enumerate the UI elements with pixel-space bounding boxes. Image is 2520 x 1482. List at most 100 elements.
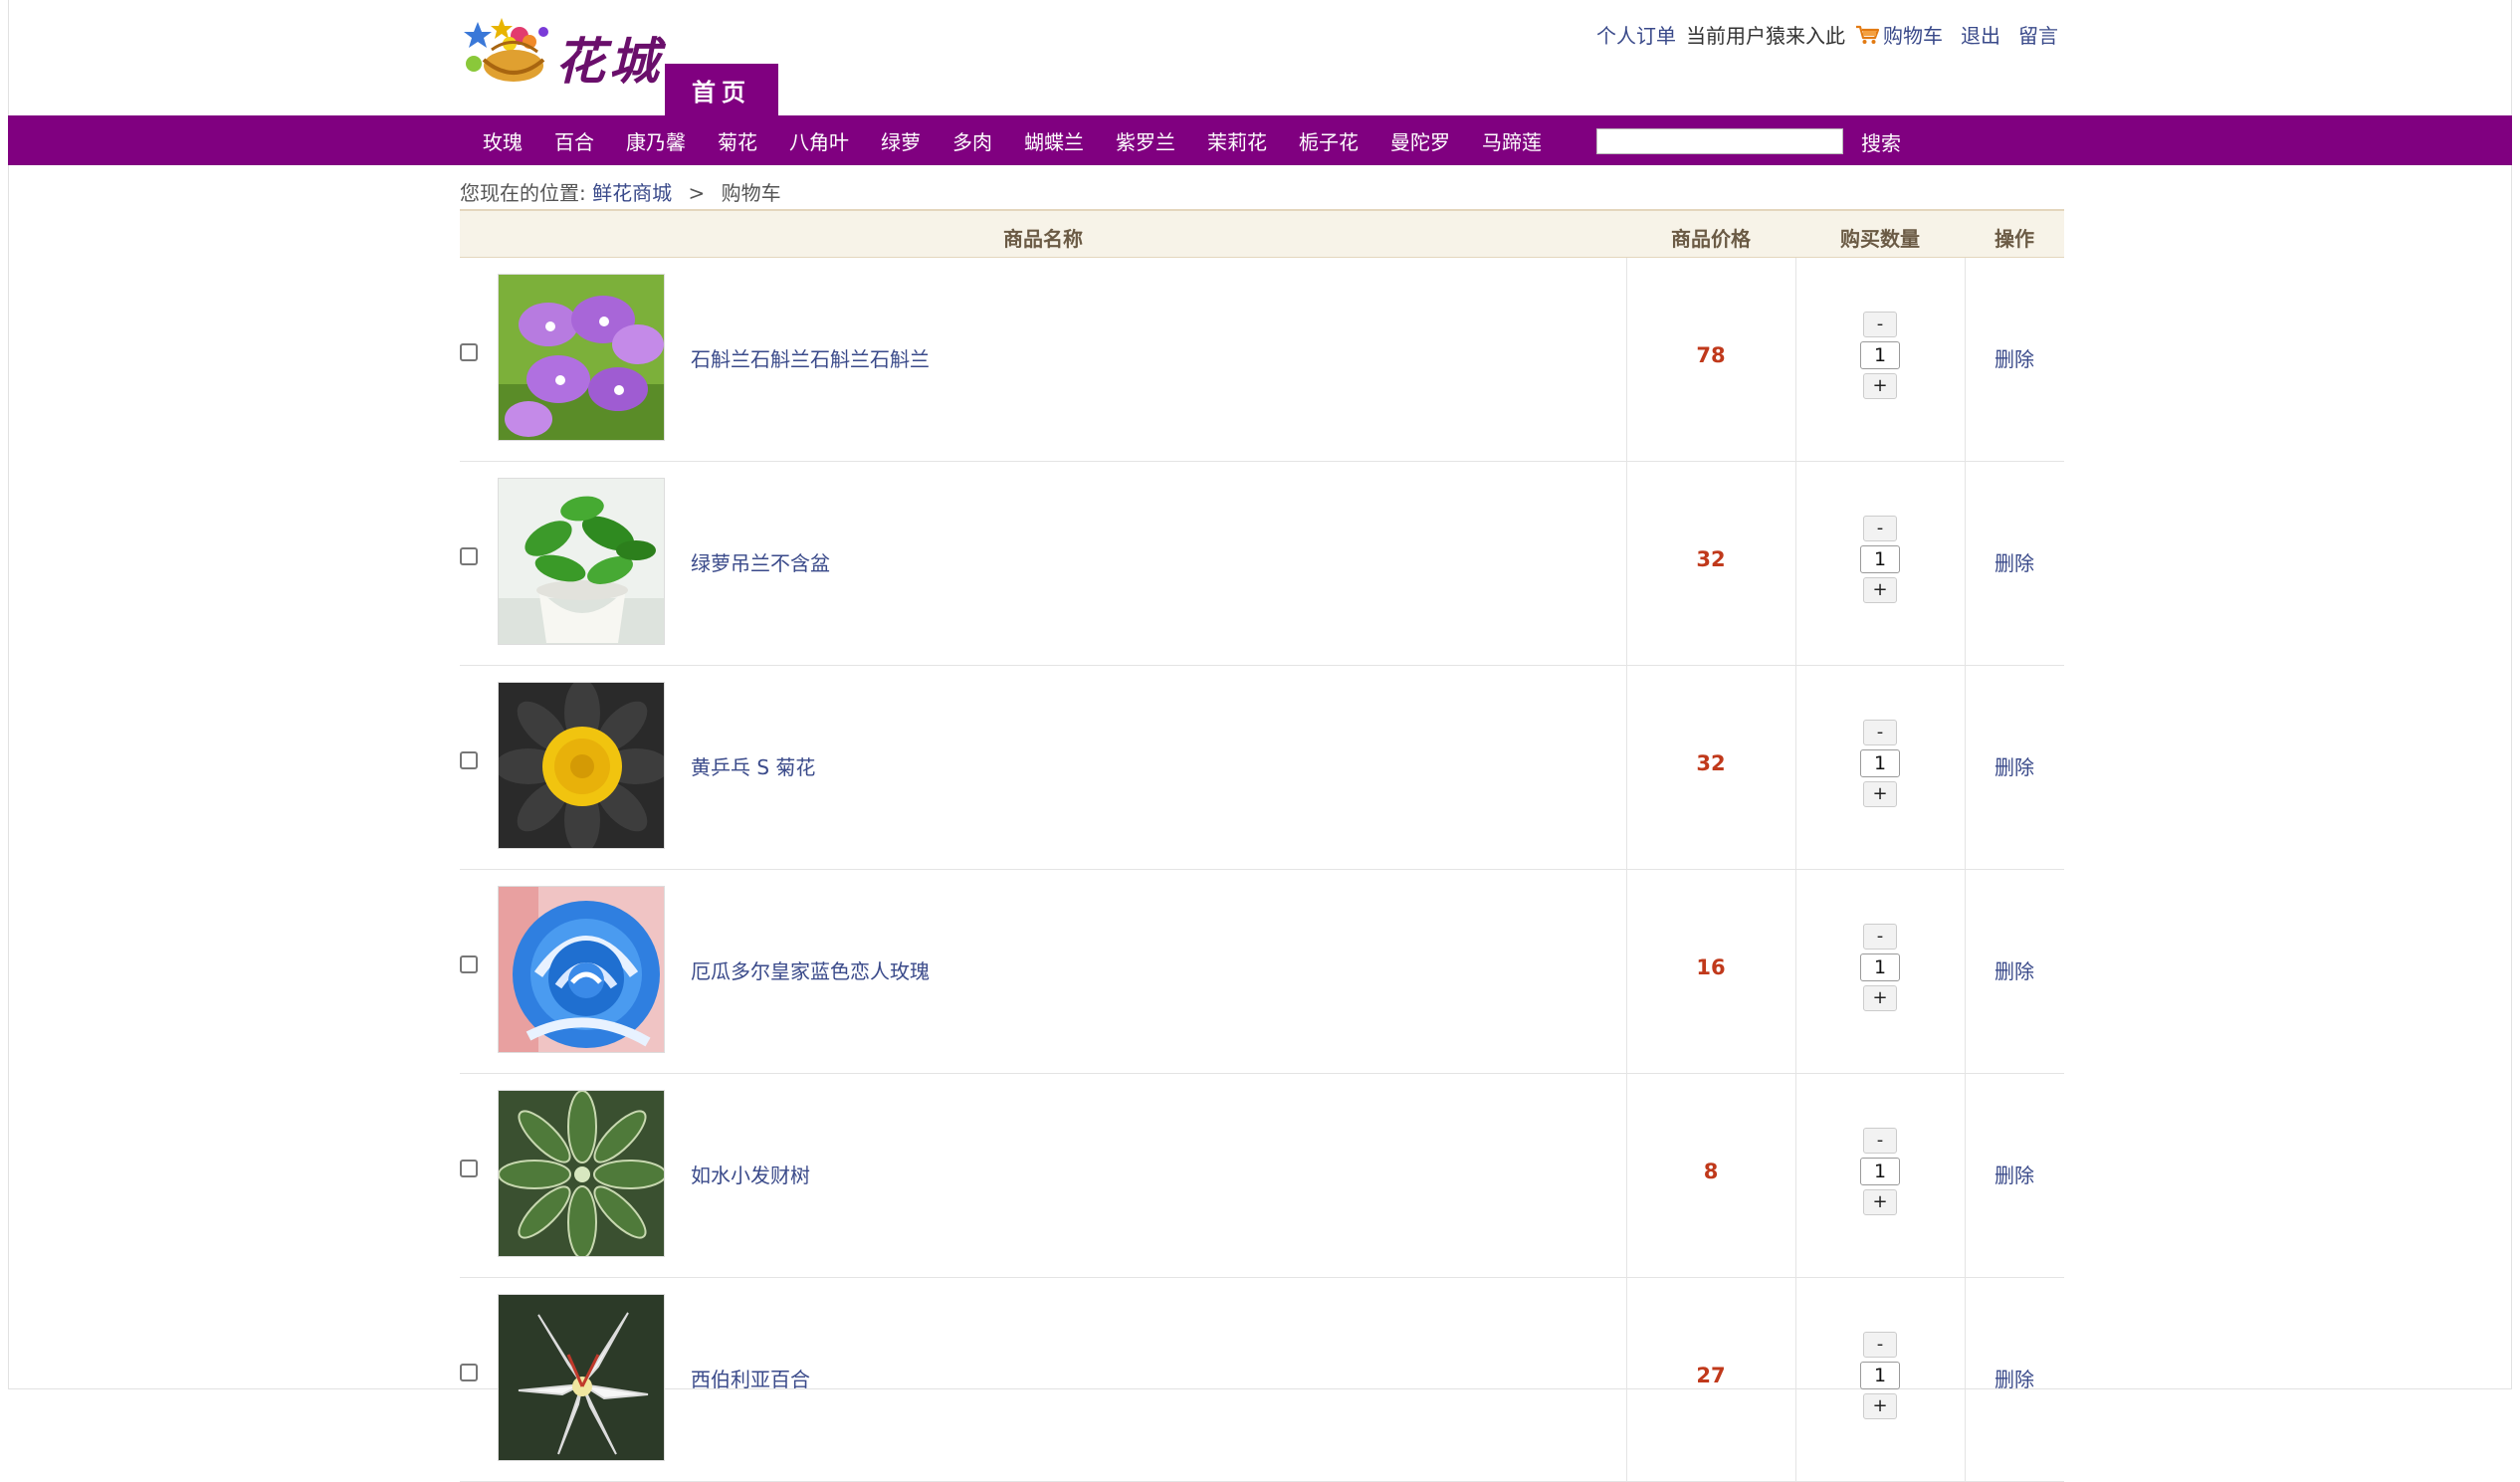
delete-item-link[interactable]: 删除 xyxy=(1965,547,2064,576)
product-image[interactable] xyxy=(498,1090,665,1257)
select-item-checkbox[interactable] xyxy=(460,955,478,973)
product-image[interactable] xyxy=(498,1294,665,1461)
product-price: 27 xyxy=(1696,1364,1726,1387)
column-header-name: 商品名称 xyxy=(1003,227,1083,251)
top-links: 个人订单 当前用户猿来入此 购物车 退出 留言 xyxy=(1578,20,2058,49)
product-name-link[interactable]: 厄瓜多尔皇家蓝色恋人玫瑰 xyxy=(691,955,930,984)
cart-rows: 石斛兰石斛兰石斛兰石斛兰 78-1 + 删除 绿萝吊兰不含盆 32-1 + 删除 黄乒乓 S 菊… xyxy=(460,258,2064,1482)
product-name-link[interactable]: 如水小发财树 xyxy=(691,1160,810,1188)
category-nav: 玫瑰 百合 康乃馨 菊花 八角叶 绿萝 多肉 蝴蝶兰 紫罗兰 茉莉花 栀子花 曼陀罗 马蹄莲 xyxy=(483,115,1574,165)
product-name-link[interactable]: 绿萝吊兰不含盆 xyxy=(691,547,830,576)
column-header-operation: 操作 xyxy=(1995,227,2034,251)
decrease-qty-button[interactable]: - xyxy=(1863,1332,1897,1358)
delete-item-link[interactable]: 删除 xyxy=(1965,343,2064,372)
breadcrumb-home-link[interactable]: 鲜花商城 xyxy=(592,181,672,205)
quantity-input[interactable]: 1 xyxy=(1860,1362,1900,1389)
nav-item[interactable]: 马蹄莲 xyxy=(1482,126,1542,155)
column-header-price: 商品价格 xyxy=(1671,227,1751,251)
nav-item[interactable]: 百合 xyxy=(554,126,594,155)
product-price: 8 xyxy=(1703,1160,1719,1183)
quantity-input[interactable]: 1 xyxy=(1860,341,1900,369)
cart-row: 黄乒乓 S 菊花 32 - 1 + 删除 xyxy=(460,666,2064,870)
cart-row: 石斛兰石斛兰石斛兰石斛兰 78 - 1 + 删除 xyxy=(460,258,2064,462)
site-header: 花城 首页 个人订单 当前用户猿来入此 购物车 退出 留言 xyxy=(0,0,2520,115)
select-item-checkbox[interactable] xyxy=(460,1160,478,1177)
decrease-qty-button[interactable]: - xyxy=(1863,516,1897,541)
cart-row: 如水小发财树 8 - 1 + 删除 xyxy=(460,1074,2064,1278)
product-name-link[interactable]: 黄乒乓 S 菊花 xyxy=(691,751,815,780)
nav-item[interactable]: 曼陀罗 xyxy=(1390,126,1450,155)
nav-item[interactable]: 紫罗兰 xyxy=(1116,126,1175,155)
quantity-input[interactable]: 1 xyxy=(1860,749,1900,777)
nav-item[interactable]: 绿萝 xyxy=(881,126,921,155)
delete-item-link[interactable]: 删除 xyxy=(1965,751,2064,780)
product-name-link[interactable]: 西伯利亚百合 xyxy=(691,1364,810,1392)
logo-text: 花城 xyxy=(555,32,663,91)
quantity-input[interactable]: 1 xyxy=(1860,545,1900,573)
quantity-stepper: - 1 + xyxy=(1795,1332,1965,1419)
product-image[interactable] xyxy=(498,886,665,1053)
increase-qty-button[interactable]: + xyxy=(1863,577,1897,603)
home-tab[interactable]: 首页 xyxy=(665,64,778,115)
decrease-qty-button[interactable]: - xyxy=(1863,924,1897,950)
decrease-qty-button[interactable]: - xyxy=(1863,1128,1897,1154)
increase-qty-button[interactable]: + xyxy=(1863,1189,1897,1215)
search-input[interactable] xyxy=(1596,128,1843,154)
logout-link[interactable]: 退出 xyxy=(1961,20,2000,49)
delete-item-link[interactable]: 删除 xyxy=(1965,1160,2064,1188)
cart-row: 西伯利亚百合 27 - 1 + 删除 xyxy=(460,1278,2064,1482)
nav-item[interactable]: 蝴蝶兰 xyxy=(1024,126,1084,155)
cart-link[interactable]: 购物车 xyxy=(1883,20,1943,49)
cart-table-header: 商品名称 商品价格 购买数量 操作 xyxy=(460,209,2064,258)
product-name-link[interactable]: 石斛兰石斛兰石斛兰石斛兰 xyxy=(691,343,930,372)
select-item-checkbox[interactable] xyxy=(460,751,478,769)
decrease-qty-button[interactable]: - xyxy=(1863,720,1897,745)
flower-basket-logo-icon xyxy=(464,18,548,82)
quantity-stepper: - 1 + xyxy=(1795,720,1965,807)
nav-item[interactable]: 康乃馨 xyxy=(626,126,686,155)
nav-item[interactable]: 菊花 xyxy=(718,126,757,155)
quantity-stepper: - 1 + xyxy=(1795,924,1965,1011)
increase-qty-button[interactable]: + xyxy=(1863,1393,1897,1419)
product-price: 16 xyxy=(1696,955,1726,979)
select-item-checkbox[interactable] xyxy=(460,547,478,565)
quantity-stepper: - 1 + xyxy=(1795,312,1965,399)
select-item-checkbox[interactable] xyxy=(460,343,478,361)
quantity-input[interactable]: 1 xyxy=(1860,1158,1900,1185)
increase-qty-button[interactable]: + xyxy=(1863,373,1897,399)
delete-item-link[interactable]: 删除 xyxy=(1965,955,2064,984)
product-price: 78 xyxy=(1696,343,1726,367)
product-image[interactable] xyxy=(498,274,665,441)
increase-qty-button[interactable]: + xyxy=(1863,985,1897,1011)
product-image[interactable] xyxy=(498,682,665,849)
my-orders-link[interactable]: 个人订单 xyxy=(1596,20,1676,49)
quantity-stepper: - 1 + xyxy=(1795,516,1965,603)
decrease-qty-button[interactable]: - xyxy=(1863,312,1897,337)
quantity-input[interactable]: 1 xyxy=(1860,953,1900,981)
nav-item[interactable]: 栀子花 xyxy=(1299,126,1359,155)
product-price: 32 xyxy=(1696,547,1726,571)
breadcrumb-prefix: 您现在的位置: xyxy=(460,181,586,205)
column-header-qty: 购买数量 xyxy=(1840,227,1920,251)
nav-item[interactable]: 多肉 xyxy=(952,126,992,155)
nav-item[interactable]: 茉莉花 xyxy=(1207,126,1267,155)
search-button[interactable]: 搜索 xyxy=(1861,127,1901,156)
nav-item[interactable]: 八角叶 xyxy=(789,126,849,155)
message-link[interactable]: 留言 xyxy=(2018,20,2058,49)
quantity-stepper: - 1 + xyxy=(1795,1128,1965,1215)
select-item-checkbox[interactable] xyxy=(460,1364,478,1381)
site-logo[interactable]: 花城 xyxy=(458,10,667,91)
shopping-cart-icon[interactable] xyxy=(1855,25,1879,45)
product-price: 32 xyxy=(1696,751,1726,775)
product-image[interactable] xyxy=(498,478,665,645)
breadcrumb-separator: > xyxy=(688,181,706,205)
cart-table: 商品名称 商品价格 购买数量 操作 石斛兰石斛兰石斛兰石斛兰 78-1 + 删除 绿萝吊… xyxy=(460,209,2064,1482)
increase-qty-button[interactable]: + xyxy=(1863,781,1897,807)
breadcrumb: 您现在的位置: 鲜花商城 > 购物车 xyxy=(460,177,781,206)
delete-item-link[interactable]: 删除 xyxy=(1965,1364,2064,1392)
cart-row: 厄瓜多尔皇家蓝色恋人玫瑰 16 - 1 + 删除 xyxy=(460,870,2064,1074)
category-nav-bar: 玫瑰 百合 康乃馨 菊花 八角叶 绿萝 多肉 蝴蝶兰 紫罗兰 茉莉花 栀子花 曼陀罗 马蹄莲 搜索 xyxy=(8,115,2512,165)
nav-item[interactable]: 玫瑰 xyxy=(483,126,523,155)
breadcrumb-current: 购物车 xyxy=(721,181,781,205)
cart-row: 绿萝吊兰不含盆 32 - 1 + 删除 xyxy=(460,462,2064,666)
